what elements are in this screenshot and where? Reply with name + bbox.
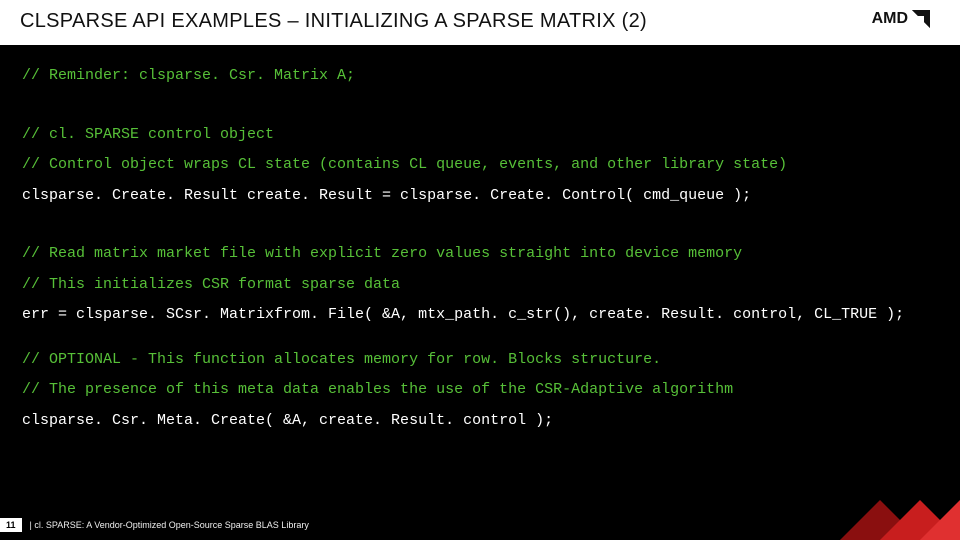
title-bar: CLSPARSE API EXAMPLES – INITIALIZING A S… <box>0 0 960 45</box>
code-line: // This initializes CSR format sparse da… <box>22 274 938 297</box>
page-number: 11 <box>0 518 22 532</box>
amd-arrow-icon <box>912 10 930 28</box>
page-title: CLSPARSE API EXAMPLES – INITIALIZING A S… <box>20 10 647 32</box>
code-line: clsparse. Csr. Meta. Create( &A, create.… <box>22 410 938 433</box>
brand-logo: AMD <box>872 10 930 28</box>
code-line: // OPTIONAL - This function allocates me… <box>22 349 938 372</box>
code-line: // The presence of this meta data enable… <box>22 379 938 402</box>
corner-graphic <box>810 480 960 540</box>
footer: 11 | cl. SPARSE: A Vendor-Optimized Open… <box>0 518 309 532</box>
code-line: // Control object wraps CL state (contai… <box>22 154 938 177</box>
code-block: // Reminder: clsparse. Csr. Matrix A; //… <box>0 45 960 432</box>
code-line: err = clsparse. SCsr. Matrixfrom. File( … <box>22 304 938 327</box>
code-line: // Read matrix market file with explicit… <box>22 243 938 266</box>
footer-text: | cl. SPARSE: A Vendor-Optimized Open-So… <box>30 520 309 530</box>
code-line: clsparse. Create. Result create. Result … <box>22 185 938 208</box>
code-line: // Reminder: clsparse. Csr. Matrix A; <box>22 65 938 88</box>
code-line: // cl. SPARSE control object <box>22 124 938 147</box>
brand-text: AMD <box>872 10 908 28</box>
